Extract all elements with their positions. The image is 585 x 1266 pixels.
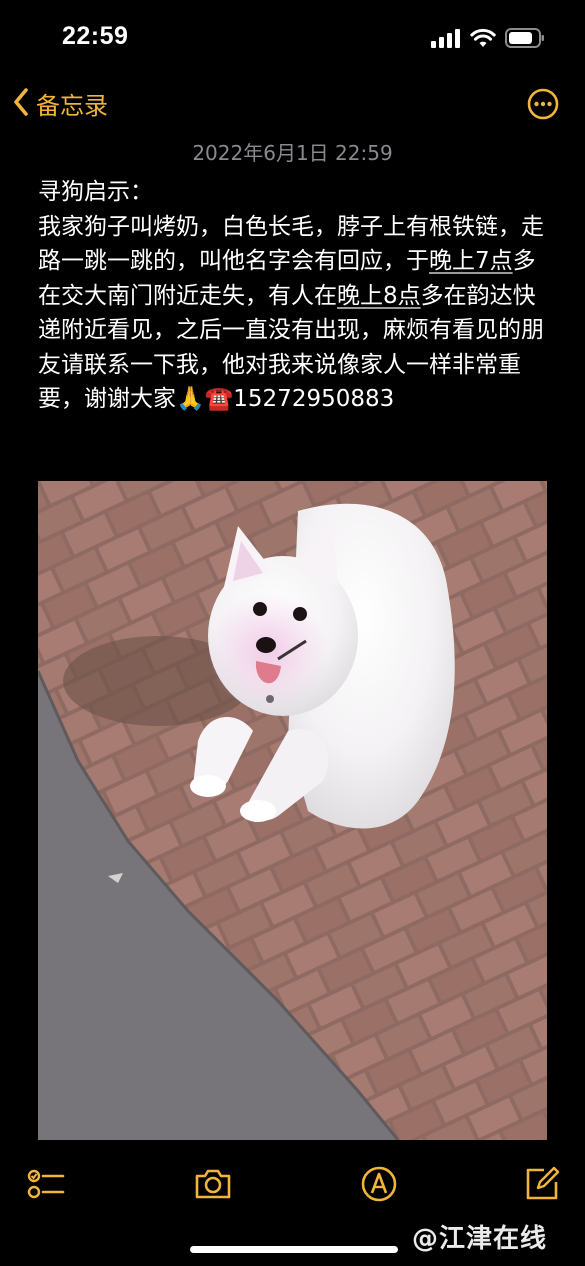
dog-photo[interactable] [38,481,547,1140]
nav-bar: 备忘录 [0,80,585,128]
status-time: 22:59 [62,22,129,50]
checklist-button[interactable] [26,1164,66,1204]
camera-button[interactable] [193,1164,233,1204]
cellular-signal-icon [431,28,461,52]
camera-icon [193,1169,233,1208]
pray-emoji: 🙏 [176,386,205,412]
status-bar: 22:59 [0,0,585,80]
status-icons [431,28,545,52]
note-date: 2022年6月1日 22:59 [192,141,393,165]
home-indicator[interactable] [190,1246,398,1253]
phone-emoji: ☎️ [204,386,234,412]
more-options-button[interactable] [527,88,559,120]
compose-icon [522,1166,562,1208]
wifi-icon [470,28,496,52]
battery-icon [505,28,545,52]
markup-button[interactable] [359,1164,399,1204]
compose-button[interactable] [522,1164,562,1204]
ellipsis-circle-icon [527,88,559,124]
watermark: @江津在线 [412,1224,548,1254]
back-label: 备忘录 [36,92,108,120]
phone-number[interactable]: 15272950883 [233,386,394,412]
note-paragraph: 我家狗子叫烤奶，白色长毛，脖子上有根铁链，走路一跳一跳的，叫他名字会有回应，于晚… [38,210,553,417]
checklist-icon [26,1169,66,1208]
time-link[interactable]: 晚上7点 [429,248,513,274]
chevron-left-icon [12,87,30,121]
back-button[interactable]: 备忘录 [12,86,108,121]
bottom-toolbar [0,1160,585,1210]
note-body[interactable]: 寻狗启示： 我家狗子叫烤奶，白色长毛，脖子上有根铁链，走路一跳一跳的，叫他名字会… [38,175,553,417]
time-link[interactable]: 晚上8点 [337,283,421,309]
note-title: 寻狗启示： [38,179,153,205]
markup-pen-icon [359,1166,399,1208]
